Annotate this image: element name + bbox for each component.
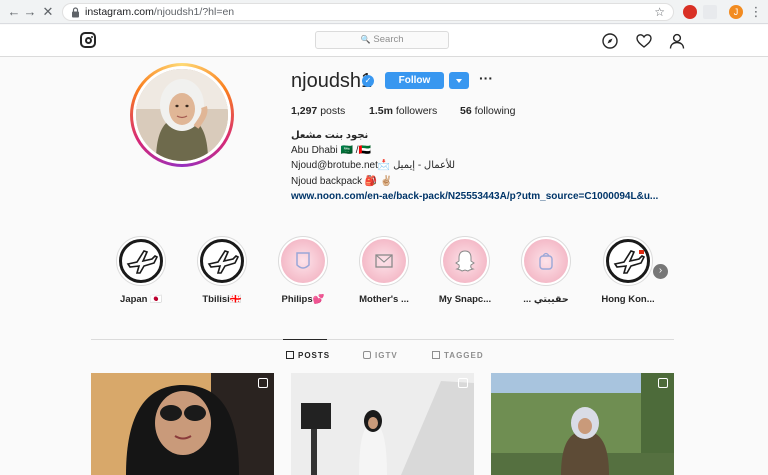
- highlight-label: My Snapc...: [438, 294, 492, 305]
- followers-link[interactable]: 1.5m followers: [369, 105, 437, 117]
- highlight-japan[interactable]: Japan 🇯🇵: [111, 236, 171, 305]
- highlight-ring: [197, 236, 247, 286]
- search-icon: 🔍: [360, 35, 371, 44]
- airplane-icon: [119, 239, 163, 283]
- highlight-tbilisi[interactable]: Tbilisi🇬🇪: [192, 236, 252, 305]
- instagram-header: 🔍 Search: [0, 25, 768, 57]
- card-icon: [362, 239, 406, 283]
- heart-icon[interactable]: [636, 33, 652, 49]
- browser-menu-icon[interactable]: ⋮: [748, 4, 764, 20]
- stop-loading-icon[interactable]: ✕: [40, 4, 56, 20]
- post-thumbnail[interactable]: [91, 373, 274, 475]
- highlight-label: Tbilisi🇬🇪: [202, 294, 242, 305]
- instagram-logo-icon[interactable]: [80, 32, 96, 48]
- tag-icon: [432, 351, 440, 359]
- tabs-divider: [91, 339, 674, 340]
- url-path: /njoudsh1/?hl=en: [153, 6, 235, 18]
- suggestions-dropdown-button[interactable]: [449, 72, 469, 89]
- bio-line-backpack: Njoud backpack 🎒 ✌🏼: [291, 176, 393, 187]
- document-extension-icon[interactable]: [703, 5, 717, 19]
- airplane-icon: [200, 239, 244, 283]
- following-count-value: 56: [460, 105, 472, 117]
- highlights-next-icon[interactable]: ›: [653, 264, 668, 279]
- compass-icon[interactable]: [602, 33, 618, 49]
- avatar-border: [133, 66, 231, 164]
- tab-tagged-label: TAGGED: [444, 351, 484, 360]
- highlight-philips[interactable]: Philips💕: [273, 236, 333, 305]
- posts-count: 1,297 posts: [291, 105, 345, 117]
- highlight-label: ... حقيبتي: [523, 294, 569, 305]
- post-thumbnail[interactable]: [291, 373, 474, 475]
- tab-tagged[interactable]: TAGGED: [432, 351, 484, 360]
- highlight-hong-kong[interactable]: Hong Kon...: [598, 236, 658, 305]
- highlight-label: Japan 🇯🇵: [120, 294, 162, 305]
- video-badge-icon: [258, 378, 268, 388]
- browser-toolbar: ← → ✕ instagram.com/njoudsh1/?hl=en ☆ J …: [0, 0, 768, 24]
- post-thumbnail[interactable]: [491, 373, 674, 475]
- posts-count-label: posts: [320, 105, 346, 117]
- post-image: [291, 373, 474, 475]
- followers-count-value: 1.5m: [369, 105, 393, 117]
- verified-badge-icon: ✓: [362, 75, 374, 87]
- search-input[interactable]: 🔍 Search: [315, 31, 449, 49]
- bio-line-email: Njoud@brotube.net📩 للأعمال - إيميل: [291, 160, 456, 171]
- airplane-icon: [606, 239, 650, 283]
- posts-count-value: 1,297: [291, 105, 318, 117]
- highlight-label: Philips💕: [281, 294, 325, 305]
- extension-icon[interactable]: [683, 5, 697, 19]
- more-options-icon[interactable]: ···: [479, 71, 493, 85]
- profile-avatar-icon[interactable]: J: [729, 5, 743, 19]
- active-tab-indicator: [283, 339, 327, 340]
- post-image: [491, 373, 674, 475]
- address-bar[interactable]: instagram.com/njoudsh1/?hl=en ☆: [62, 3, 674, 21]
- post-image: [91, 373, 274, 475]
- bookmark-star-icon[interactable]: ☆: [654, 5, 665, 19]
- highlight-ring: [359, 236, 409, 286]
- url-host: instagram.com: [85, 6, 154, 18]
- following-link[interactable]: 56 following: [460, 105, 515, 117]
- snapchat-ghost-icon: [443, 239, 487, 283]
- profile-username: njoudsh1: [291, 70, 373, 92]
- highlight-ring: [278, 236, 328, 286]
- tab-igtv[interactable]: IGTV: [363, 351, 398, 360]
- highlight-ring: [603, 236, 653, 286]
- multiple-photos-icon: [458, 378, 468, 388]
- back-icon[interactable]: ←: [6, 4, 22, 20]
- highlight-label: Mother's ...: [359, 294, 409, 305]
- tab-posts[interactable]: POSTS: [286, 351, 330, 360]
- bio-line-location: Abu Dhabi 🇸🇦 /🇦🇪: [291, 145, 371, 156]
- highlight-my-bag[interactable]: ... حقيبتي: [516, 236, 576, 305]
- search-placeholder: Search: [373, 34, 404, 45]
- profile-avatar-ring[interactable]: [130, 63, 234, 167]
- philips-shield-icon: [281, 239, 325, 283]
- avatar: [136, 69, 228, 161]
- forward-icon[interactable]: →: [22, 4, 38, 20]
- highlight-ring: [116, 236, 166, 286]
- url-text: instagram.com/njoudsh1/?hl=en: [85, 6, 234, 18]
- bio-website-link[interactable]: www.noon.com/en-ae/back-pack/N25553443A/…: [291, 191, 658, 202]
- highlight-ring: [440, 236, 490, 286]
- profile-icon[interactable]: [669, 33, 685, 49]
- following-label: following: [474, 105, 516, 117]
- highlight-snapchat[interactable]: My Snapc...: [435, 236, 495, 305]
- tab-posts-label: POSTS: [298, 351, 331, 360]
- bio-name: نجود بنت مشعل: [291, 130, 369, 141]
- highlight-label: Hong Kon...: [601, 294, 655, 305]
- grid-icon: [286, 351, 294, 359]
- igtv-icon: [363, 351, 371, 359]
- highlight-ring: [521, 236, 571, 286]
- multiple-photos-icon: [658, 378, 668, 388]
- followers-label: followers: [395, 105, 438, 117]
- lock-icon: [72, 7, 79, 18]
- backpack-icon: [524, 239, 568, 283]
- tab-igtv-label: IGTV: [375, 351, 398, 360]
- follow-button[interactable]: Follow: [385, 72, 444, 89]
- avatar-photo: [136, 69, 228, 161]
- highlight-mothers[interactable]: Mother's ...: [354, 236, 414, 305]
